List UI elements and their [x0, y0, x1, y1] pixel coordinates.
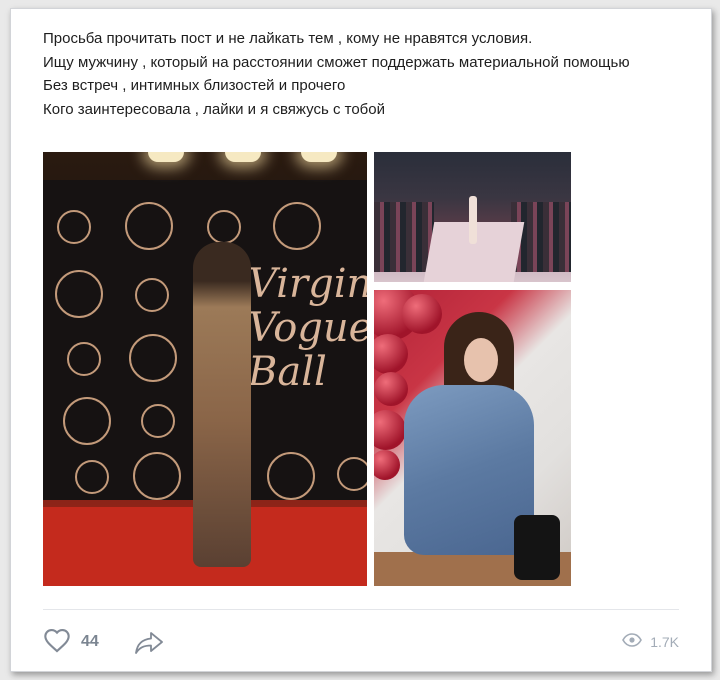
logo-ring: [125, 202, 173, 250]
post-text-line-1: Просьба прочитать пост и не лайкать тем …: [43, 30, 533, 47]
post-text-line-3: Без встреч , интимных близостей и прочег…: [43, 77, 346, 94]
balloon: [374, 410, 406, 450]
share-arrow-icon: [133, 632, 165, 661]
post-text-line-2: Ищу мужчину , который на расстоянии смож…: [43, 53, 630, 71]
logo-ring: [207, 210, 241, 244]
post-card: Просьба прочитать пост и не лайкать тем …: [10, 8, 712, 672]
stage-light: [148, 152, 184, 162]
post-text: Просьба прочитать пост и не лайкать тем …: [43, 27, 683, 121]
eye-icon: [622, 633, 650, 650]
logo-ring: [135, 278, 169, 312]
share-button[interactable]: [133, 629, 165, 657]
balloon: [402, 294, 442, 334]
views-counter: 1.7K: [622, 633, 679, 650]
heart-icon: [43, 627, 71, 658]
logo-ring: [67, 342, 101, 376]
person-figure: [193, 242, 251, 567]
balloon: [374, 450, 400, 480]
logo-ring: [63, 397, 111, 445]
post-text-line-4: Кого заинтересовала , лайки и я свяжусь …: [43, 100, 385, 118]
logo-ring: [55, 270, 103, 318]
post-footer: 44 1.7K: [43, 625, 679, 661]
logo-ring: [129, 334, 177, 382]
audience: [374, 202, 434, 272]
person-face: [464, 338, 498, 382]
balloon: [374, 372, 408, 406]
balloon: [374, 334, 408, 374]
logo-ring: [133, 452, 181, 500]
stage-light: [225, 152, 261, 162]
logo-text: Virgin Vogue Ball: [248, 261, 367, 395]
logo-ring: [337, 457, 367, 491]
logo-ring: [57, 210, 91, 244]
photo-seated[interactable]: [374, 290, 571, 586]
runway-model: [469, 196, 477, 244]
logo-ring: [141, 404, 175, 438]
stage-light: [301, 152, 337, 162]
photo-main[interactable]: Virgin Vogue Ball: [43, 152, 367, 586]
logo-ring: [75, 460, 109, 494]
logo-ring: [273, 202, 321, 250]
like-count: 44: [81, 633, 99, 650]
logo-ring: [267, 452, 315, 500]
like-button[interactable]: 44: [43, 627, 123, 657]
boot: [514, 515, 560, 580]
views-count: 1.7K: [650, 633, 679, 650]
photo-runway[interactable]: [374, 152, 571, 282]
footer-divider: [43, 609, 679, 610]
